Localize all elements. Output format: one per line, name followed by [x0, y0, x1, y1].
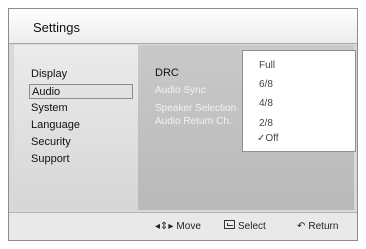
menu-item-display[interactable]: Display: [31, 67, 67, 81]
return-icon: ↶: [297, 221, 306, 232]
select-label: Select: [238, 221, 266, 232]
drc-option-2-8[interactable]: 2/8: [259, 117, 273, 130]
page-title: Settings: [33, 20, 80, 35]
drc-option-full[interactable]: Full: [259, 59, 275, 72]
move-arrows-icon: ◂⇕▸: [155, 221, 174, 232]
header-bar: Settings: [9, 9, 357, 44]
submenu-item-audio-sync[interactable]: Audio Sync: [155, 84, 206, 97]
category-menu: Display Audio System Language Security S…: [14, 45, 138, 210]
drc-option-6-8[interactable]: 6/8: [259, 78, 273, 91]
return-label: Return: [308, 221, 339, 232]
move-label: Move: [176, 221, 201, 232]
submenu-item-speaker-selection[interactable]: Speaker Selection: [155, 102, 236, 115]
settings-window: Settings Display Audio System Language S…: [8, 8, 358, 241]
menu-item-system[interactable]: System: [31, 101, 68, 115]
menu-item-language[interactable]: Language: [31, 118, 80, 132]
enter-icon: [224, 220, 235, 234]
submenu-item-drc[interactable]: DRC: [155, 67, 179, 80]
select-hint: Select: [224, 220, 266, 234]
drc-option-4-8[interactable]: 4/8: [259, 97, 273, 110]
move-hint: ◂⇕▸ Move: [155, 220, 201, 234]
menu-item-audio[interactable]: Audio: [29, 84, 133, 99]
menu-item-support[interactable]: Support: [31, 152, 70, 166]
drc-option-off[interactable]: ✓Off: [257, 132, 279, 145]
drc-options-popup: Full 6/8 4/8 2/8 ✓Off: [242, 50, 356, 152]
submenu-item-audio-return-ch[interactable]: Audio Return Ch.: [155, 115, 232, 128]
return-hint: ↶ Return: [297, 220, 338, 234]
drc-option-off-label: Off: [265, 133, 279, 144]
footer-hints: ◂⇕▸ Move Select ↶ Return: [9, 212, 357, 240]
menu-item-security[interactable]: Security: [31, 135, 71, 149]
